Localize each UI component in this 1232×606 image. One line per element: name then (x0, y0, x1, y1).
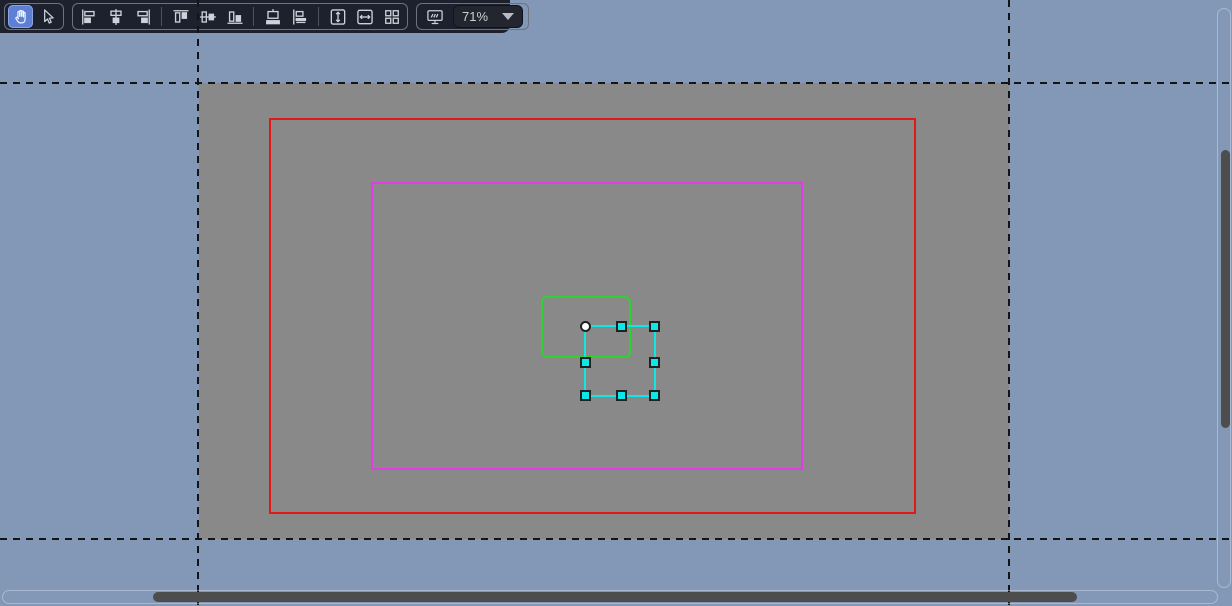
alignment-group (72, 3, 408, 30)
arrange-grid-button[interactable] (379, 5, 404, 28)
selection-handle-top[interactable] (616, 321, 627, 332)
align-left-icon (79, 7, 99, 27)
align-left-button[interactable] (76, 5, 101, 28)
align-right-icon (133, 7, 153, 27)
align-bottom-button[interactable] (222, 5, 247, 28)
zoom-group: 71% (416, 3, 529, 30)
selection-anchor-point[interactable] (580, 321, 591, 332)
pointer-icon (38, 7, 58, 27)
selection-handle-bottom-left[interactable] (580, 390, 591, 401)
selection-handle-top-right[interactable] (649, 321, 660, 332)
align-middle-vertical-icon (198, 7, 218, 27)
align-center-horizontal-icon (106, 7, 126, 27)
selected-cyan-rectangle[interactable] (580, 321, 660, 401)
send-to-bottom-button[interactable] (260, 5, 285, 28)
selection-handle-left[interactable] (580, 357, 591, 368)
zoom-level-dropdown[interactable]: 71% (453, 5, 523, 28)
toolbar-separator (318, 7, 319, 26)
selection-handle-bottom-right[interactable] (649, 390, 660, 401)
zoom-level-value: 71% (462, 9, 489, 24)
hand-tool-button[interactable] (8, 5, 33, 28)
align-bottom-icon (225, 7, 245, 27)
fit-height-button[interactable] (325, 5, 350, 28)
chevron-down-icon (502, 13, 514, 20)
align-middle-vertical-button[interactable] (195, 5, 220, 28)
align-right-button[interactable] (130, 5, 155, 28)
fit-width-icon (355, 7, 375, 27)
horizontal-scrollbar-thumb[interactable] (153, 592, 1077, 602)
toolbar: 71% (0, 0, 529, 33)
selection-handle-right[interactable] (649, 357, 660, 368)
selection-handle-bottom[interactable] (616, 390, 627, 401)
hand-icon (11, 7, 31, 27)
tool-select-group (4, 3, 64, 30)
pointer-tool-button[interactable] (35, 5, 60, 28)
align-top-button[interactable] (168, 5, 193, 28)
fit-width-button[interactable] (352, 5, 377, 28)
align-center-horizontal-button[interactable] (103, 5, 128, 28)
send-to-left-icon (290, 7, 310, 27)
toolbar-separator (161, 7, 162, 26)
arrange-grid-icon (382, 7, 402, 27)
monitor-icon (425, 7, 445, 27)
send-to-bottom-icon (263, 7, 283, 27)
fit-height-icon (328, 7, 348, 27)
vertical-scrollbar-thumb[interactable] (1221, 150, 1230, 428)
send-to-left-button[interactable] (287, 5, 312, 28)
align-top-icon (171, 7, 191, 27)
fit-to-screen-button[interactable] (422, 5, 447, 28)
toolbar-separator (253, 7, 254, 26)
